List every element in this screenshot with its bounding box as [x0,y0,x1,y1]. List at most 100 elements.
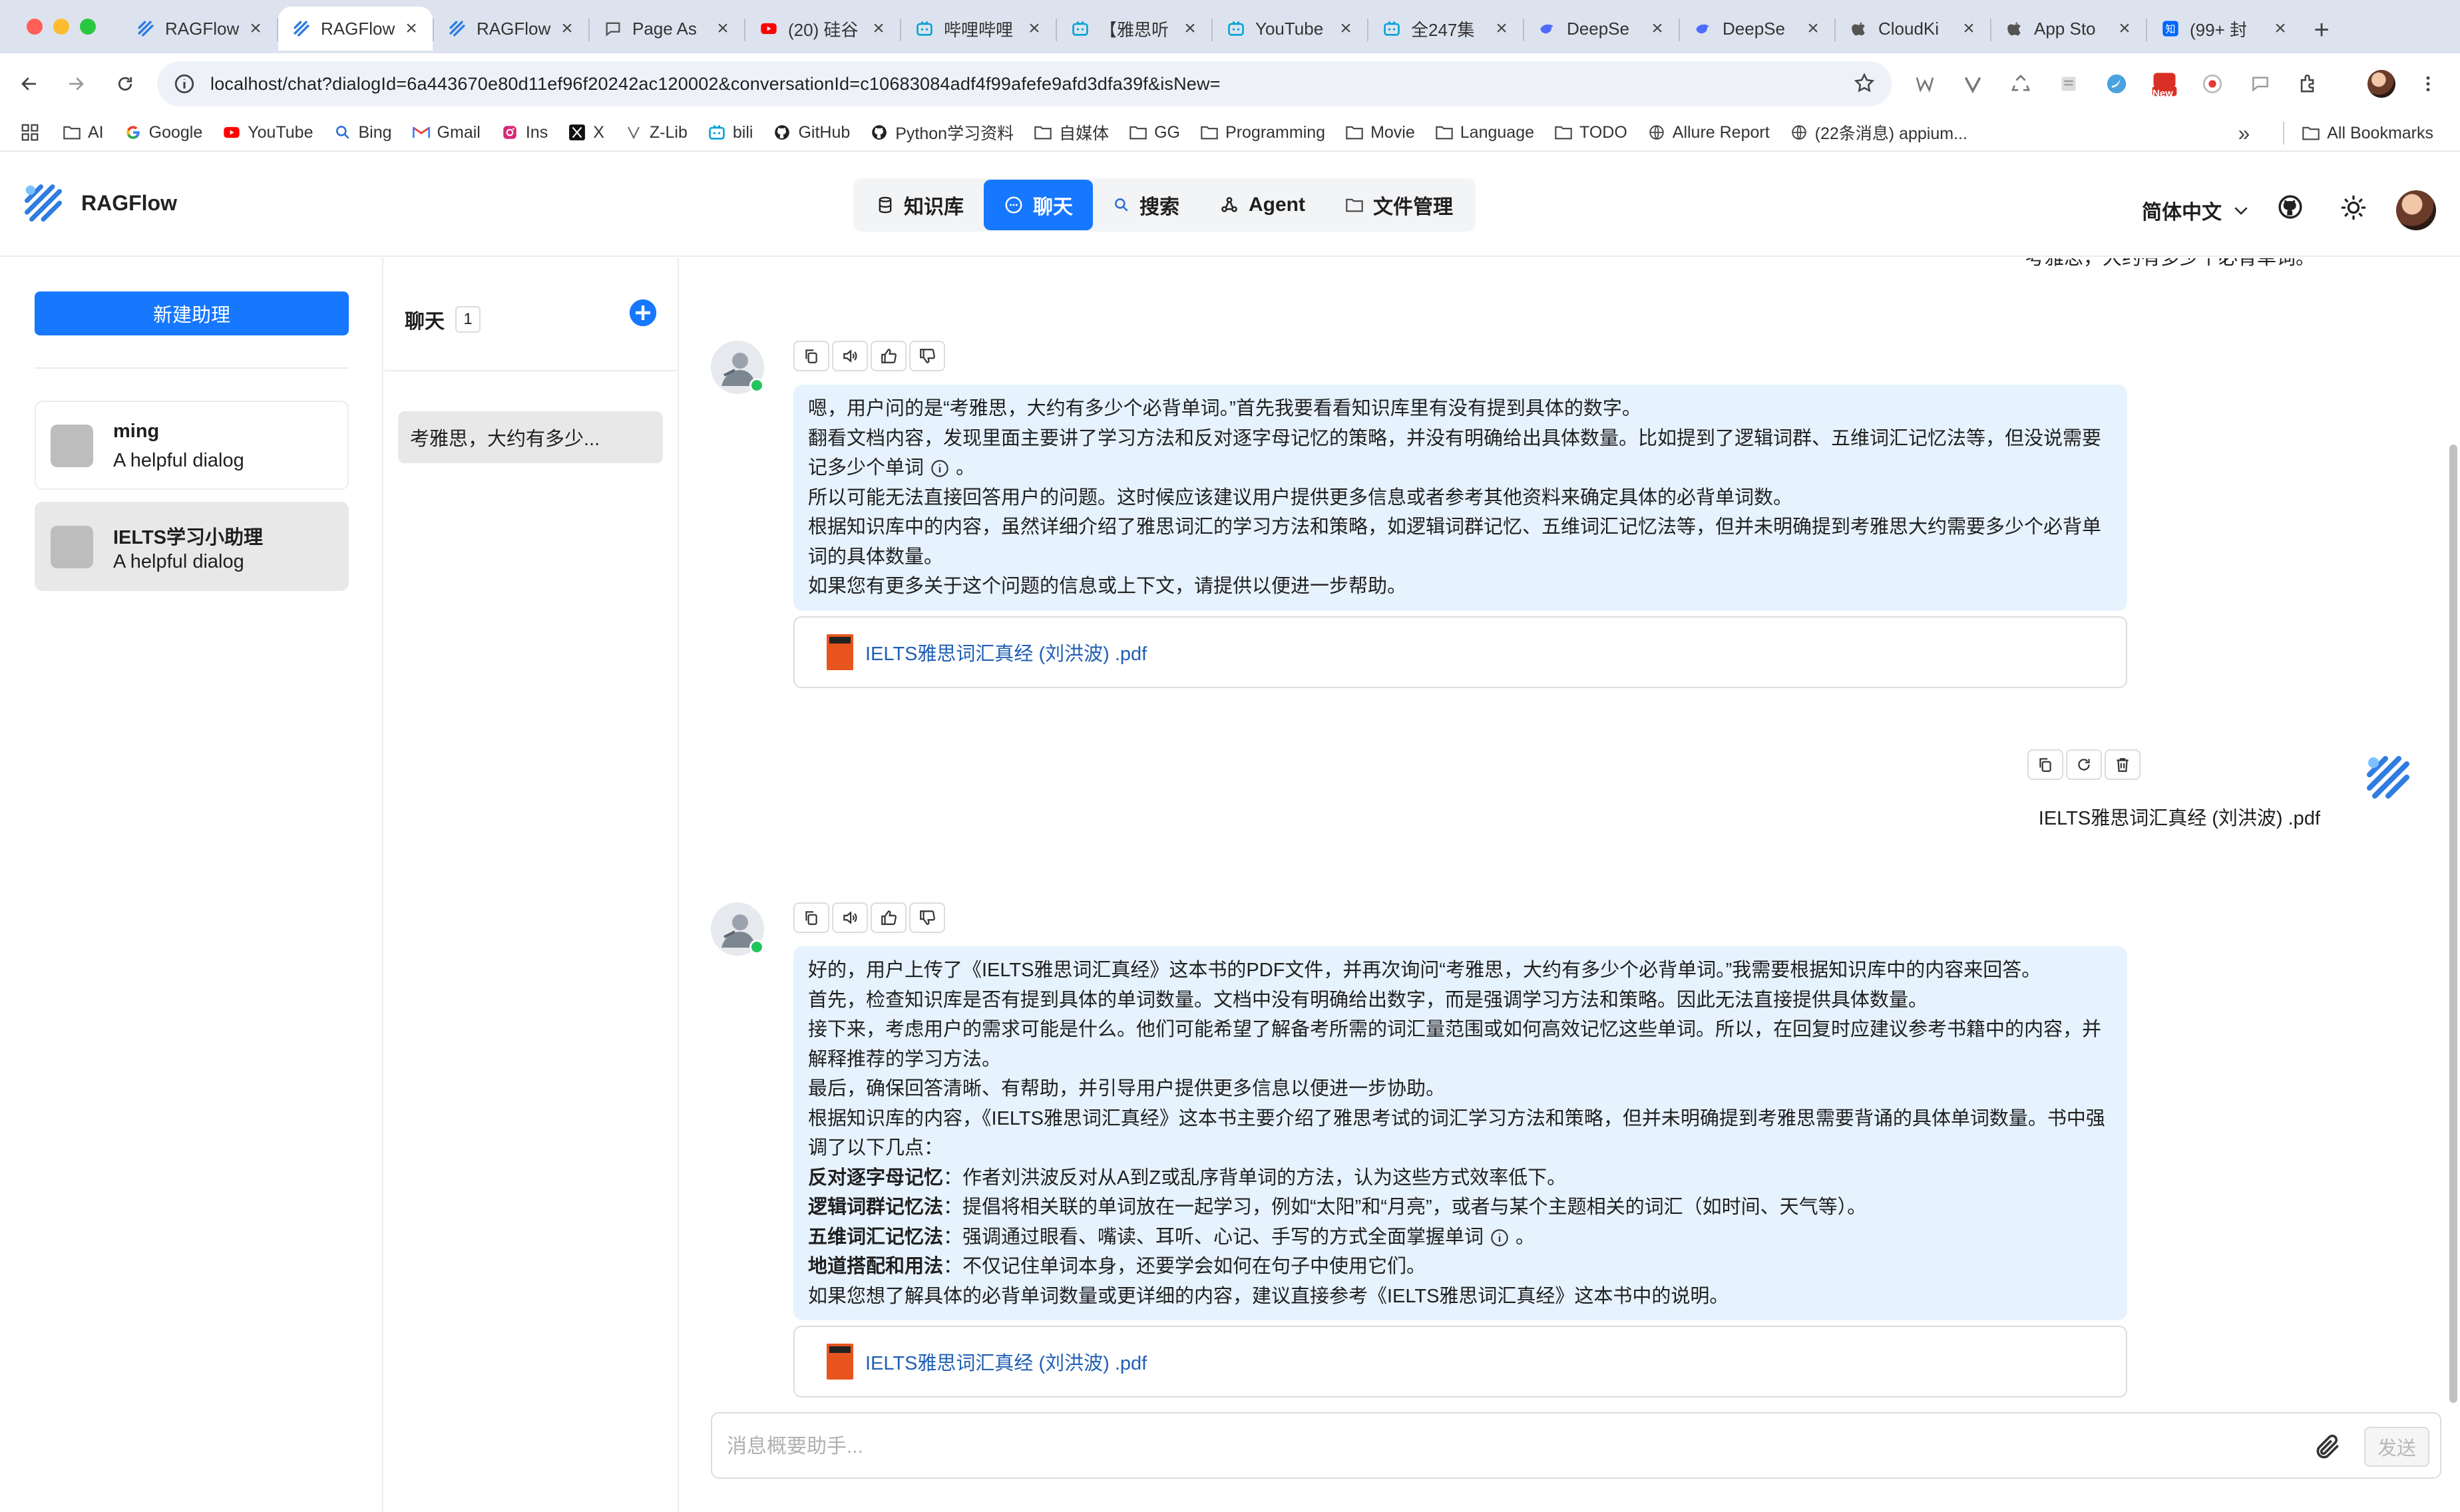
forward-button[interactable] [60,68,92,100]
browser-tab[interactable]: App Sto × [1991,7,2146,51]
maximize-window-button[interactable] [80,19,96,35]
nav-tab[interactable]: 搜索 [1093,180,1199,230]
bookmark-item[interactable]: Language [1435,123,1534,142]
reload-button[interactable] [109,68,141,100]
extension-v-icon[interactable] [1958,69,1987,98]
site-info-icon[interactable] [173,73,196,95]
extension-reader-icon[interactable] [2054,69,2083,98]
regenerate-button[interactable] [2066,749,2102,780]
language-selector[interactable]: 简体中文 [2142,196,2251,225]
speak-button[interactable] [832,341,868,371]
assistant-card-ming[interactable]: ming A helpful dialog [35,401,349,490]
scrollbar-thumb[interactable] [2449,445,2457,1403]
close-tab-icon[interactable]: × [559,17,575,40]
close-tab-icon[interactable]: × [1026,17,1042,40]
chat-scrollbar[interactable] [2447,258,2460,1512]
minimize-window-button[interactable] [53,19,69,35]
bookmark-item[interactable]: GitHub [773,123,850,142]
browser-tab[interactable]: 哔哩哔哩 × [901,7,1056,51]
close-window-button[interactable] [27,19,43,35]
send-button[interactable]: 发送 [2364,1427,2429,1467]
browser-tab[interactable]: DeepSe × [1524,7,1679,51]
bookmark-item[interactable]: Gmail [412,123,481,142]
bookmark-item[interactable]: Movie [1345,123,1415,142]
browser-menu-icon[interactable] [2413,69,2443,98]
nav-tab[interactable]: Agent [1199,180,1325,230]
browser-tab[interactable]: Page As × [590,7,744,51]
bookmark-item[interactable]: Bing [333,123,392,142]
bookmark-item[interactable]: (22条消息) appium... [1790,120,1967,144]
assistant-card-ielts[interactable]: IELTS学习小助理 A helpful dialog [35,502,349,591]
bookmark-item[interactable]: Allure Report [1647,123,1770,142]
close-tab-icon[interactable]: × [1649,17,1665,40]
bookmark-item[interactable]: TODO [1554,123,1627,142]
bookmark-item[interactable]: Programming [1200,123,1325,142]
extension-new-icon[interactable]: New [2150,69,2179,99]
apps-grid-icon[interactable] [20,122,40,142]
attach-button[interactable] [2314,1432,2343,1461]
close-tab-icon[interactable]: × [248,17,264,40]
github-icon[interactable] [2278,194,2303,220]
message-input[interactable] [727,1428,2258,1465]
nav-tab[interactable]: 知识库 [856,180,984,230]
close-tab-icon[interactable]: × [1494,17,1510,40]
speak-button[interactable] [832,902,868,933]
browser-tab[interactable]: 全247集 × [1368,7,1523,51]
reference-file-name[interactable]: IELTS雅思词汇真经 (刘洪波) .pdf [865,1348,1147,1376]
like-button[interactable] [871,902,907,933]
more-bookmarks-button[interactable]: » [2238,121,2250,146]
all-bookmarks-link[interactable]: All Bookmarks [2327,124,2433,143]
new-assistant-button[interactable]: 新建助理 [35,291,349,335]
browser-tab[interactable]: 知 (99+ 封 × [2147,7,2302,51]
close-tab-icon[interactable]: × [871,17,887,40]
bookmark-item[interactable]: AI [63,123,104,142]
bookmark-item[interactable]: GG [1129,123,1180,142]
dislike-button[interactable] [909,902,945,933]
bookmark-item[interactable]: bili [708,123,753,142]
close-tab-icon[interactable]: × [1961,17,1977,40]
reference-info-icon[interactable] [930,459,949,478]
close-tab-icon[interactable]: × [2117,17,2133,40]
extensions-puzzle-icon[interactable] [2294,69,2323,98]
reference-file-card[interactable]: IELTS雅思词汇真经 (刘洪波) .pdf [793,1326,2127,1398]
nav-tab[interactable]: 文件管理 [1325,180,1473,230]
extension-recycle-icon[interactable] [2006,69,2035,98]
extension-record-icon[interactable] [2198,69,2227,98]
back-button[interactable] [13,68,45,100]
app-logo[interactable]: RAGFlow [20,180,177,226]
conversation-item[interactable]: 考雅思，大约有多少... [398,411,663,463]
copy-button[interactable] [793,341,829,371]
close-tab-icon[interactable]: × [1182,17,1198,40]
close-tab-icon[interactable]: × [2272,17,2288,40]
extension-chat-icon[interactable] [2246,69,2275,98]
new-tab-button[interactable]: + [2302,7,2342,53]
delete-button[interactable] [2105,749,2141,780]
browser-tab[interactable]: RAGFlow × [122,7,277,51]
bookmark-item[interactable]: 自媒体 [1034,120,1109,144]
browser-tab[interactable]: YouTube × [1213,7,1367,51]
browser-tab[interactable]: 【雅思听 × [1057,7,1211,51]
browser-tab[interactable]: RAGFlow × [434,7,588,51]
user-avatar[interactable] [2396,190,2436,230]
bookmark-item[interactable]: Google [124,123,202,142]
extension-bird-icon[interactable] [2102,69,2131,98]
add-conversation-button[interactable] [628,298,658,327]
bookmark-item[interactable]: X [568,123,604,142]
reference-info-icon[interactable] [1490,1228,1509,1247]
copy-button[interactable] [793,902,829,933]
browser-tab[interactable]: (20) 硅谷 × [745,7,900,51]
extension-w-icon[interactable] [1910,69,1940,98]
bookmark-item[interactable]: YouTube [222,123,313,142]
copy-button[interactable] [2027,749,2063,780]
dislike-button[interactable] [909,341,945,371]
profile-avatar[interactable] [2367,69,2396,98]
browser-tab[interactable]: CloudKi × [1836,7,1990,51]
nav-tab[interactable]: 聊天 [984,180,1093,230]
bookmark-item[interactable]: Ins [501,123,548,142]
browser-tab[interactable]: RAGFlow × [278,7,433,51]
reference-file-card[interactable]: IELTS雅思词汇真经 (刘洪波) .pdf [793,616,2127,688]
bookmark-item[interactable]: Python学习资料 [870,120,1014,144]
like-button[interactable] [871,341,907,371]
reference-file-name[interactable]: IELTS雅思词汇真经 (刘洪波) .pdf [865,638,1147,666]
close-tab-icon[interactable]: × [403,17,419,40]
